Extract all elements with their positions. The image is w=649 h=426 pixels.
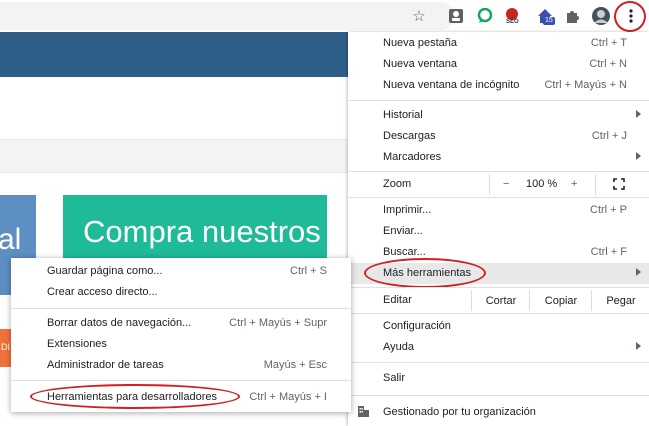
- copy-label: Copiar: [544, 294, 578, 307]
- menu-item-print[interactable]: Imprimir... Ctrl + P: [348, 200, 649, 221]
- menu-item-settings[interactable]: Configuración: [348, 316, 649, 337]
- menu-item-incognito[interactable]: Nueva ventana de incógnito Ctrl + Mayús …: [348, 75, 649, 96]
- chat-extension-icon[interactable]: [475, 6, 495, 26]
- address-bar[interactable]: [0, 2, 455, 30]
- avatar[interactable]: [591, 6, 611, 26]
- menu-item-label: Enviar...: [383, 225, 423, 237]
- menu-item-history[interactable]: Historial: [348, 105, 649, 126]
- cut-label: Cortar: [485, 294, 517, 307]
- submenu-item-clear-data[interactable]: Borrar datos de navegación... Ctrl + May…: [11, 314, 351, 334]
- page-header-band: [0, 32, 350, 77]
- zoom-out-button[interactable]: −: [503, 178, 509, 190]
- menu-item-label: Imprimir...: [383, 204, 432, 216]
- menu-item-managed[interactable]: Gestionado por tu organización: [348, 402, 649, 423]
- menu-item-label: Descargas: [383, 130, 436, 142]
- menu-item-label: Gestionado por tu organización: [383, 406, 536, 418]
- menu-item-label: Buscar...: [383, 246, 426, 258]
- menu-divider: [348, 287, 649, 288]
- menu-item-label: Configuración: [383, 320, 451, 332]
- zoom-divider: [489, 174, 490, 195]
- menu-divider: [348, 362, 649, 363]
- extension-badge-count: 15: [543, 17, 555, 25]
- menu-item-new-tab[interactable]: Nueva pestaña Ctrl + T: [348, 33, 649, 54]
- blue-card-text: al: [0, 223, 22, 256]
- highlight-circle: [614, 1, 646, 32]
- submenu-divider: [11, 308, 351, 309]
- green-card-text: Compra nuestros: [83, 214, 321, 249]
- submenu-item-label: Administrador de tareas: [47, 359, 164, 371]
- submenu-item-label: Borrar datos de navegación...: [47, 317, 192, 329]
- submenu-item-extensions[interactable]: Extensiones: [11, 335, 351, 355]
- submenu-item-label: Extensiones: [47, 338, 107, 350]
- menu-item-label: Nueva pestaña: [383, 37, 457, 49]
- menu-item-downloads[interactable]: Descargas Ctrl + J: [348, 126, 649, 147]
- menu-item-label: Marcadores: [383, 151, 442, 163]
- submenu-item-save-page[interactable]: Guardar página como... Ctrl + S: [11, 262, 351, 282]
- menu-item-shortcut: Ctrl + Mayús + N: [544, 79, 627, 91]
- menu-item-zoom: Zoom − 100 % +: [348, 174, 649, 195]
- submenu-item-shortcut: Mayús + Esc: [263, 359, 327, 371]
- profile-card-extension-icon[interactable]: [446, 6, 466, 26]
- menu-item-label: Nueva ventana: [383, 58, 457, 70]
- menu-divider: [348, 100, 649, 101]
- menu-item-shortcut: Ctrl + T: [590, 37, 627, 49]
- menu-item-shortcut: Ctrl + J: [591, 130, 627, 142]
- menu-item-label: Editar: [383, 294, 412, 306]
- menu-item-send[interactable]: Enviar...: [348, 221, 649, 242]
- submenu-item-label: Crear acceso directo...: [47, 286, 158, 298]
- menu-item-label: Nueva ventana de incógnito: [383, 79, 520, 91]
- fullscreen-icon[interactable]: [613, 178, 625, 193]
- copy-button[interactable]: Copiar: [529, 290, 592, 311]
- chevron-right-icon: [636, 342, 641, 350]
- menu-item-label: Zoom: [383, 178, 412, 190]
- home-badge-extension-icon[interactable]: 15: [535, 6, 555, 26]
- menu-item-label: Historial: [383, 109, 423, 121]
- menu-item-new-window[interactable]: Nueva ventana Ctrl + N: [348, 54, 649, 75]
- menu-item-label: Ayuda: [383, 341, 414, 353]
- puzzle-extension-icon[interactable]: [562, 6, 582, 26]
- submenu-item-shortcut: Ctrl + Mayús + I: [249, 391, 327, 403]
- orange-button-text: DI: [1, 342, 10, 352]
- submenu-divider: [11, 380, 351, 381]
- menu-divider: [348, 171, 649, 172]
- submenu-item-shortcut: Ctrl + Mayús + Supr: [229, 317, 327, 329]
- submenu-item-shortcut: Ctrl + S: [290, 265, 327, 277]
- menu-item-edit: Editar Cortar Copiar Pegar: [348, 290, 649, 311]
- zoom-in-button[interactable]: +: [571, 178, 577, 190]
- menu-item-shortcut: Ctrl + P: [590, 204, 627, 216]
- paste-button[interactable]: Pegar: [591, 290, 649, 311]
- browser-toolbar: ☆ SEO 15: [0, 0, 649, 32]
- zoom-divider: [595, 174, 596, 195]
- zoom-level: 100 %: [526, 178, 558, 190]
- highlight-ellipse: [364, 258, 486, 288]
- cut-button[interactable]: Cortar: [471, 290, 530, 311]
- chevron-right-icon: [636, 268, 641, 276]
- menu-item-help[interactable]: Ayuda: [348, 337, 649, 358]
- chevron-right-icon: [636, 110, 641, 118]
- highlight-ellipse: [30, 384, 240, 409]
- menu-item-bookmarks[interactable]: Marcadores: [348, 147, 649, 168]
- chrome-main-menu: Nueva pestaña Ctrl + T Nueva ventana Ctr…: [348, 32, 649, 426]
- menu-divider: [348, 313, 649, 314]
- star-icon[interactable]: ☆: [409, 6, 429, 26]
- menu-item-exit[interactable]: Salir: [348, 368, 649, 389]
- seo-label: SEO: [506, 19, 519, 25]
- menu-divider: [348, 197, 649, 198]
- menu-item-shortcut: Ctrl + N: [589, 58, 627, 70]
- submenu-item-label: Guardar página como...: [47, 265, 163, 277]
- organization-building-icon: [357, 405, 370, 421]
- submenu-item-create-shortcut[interactable]: Crear acceso directo...: [11, 283, 351, 303]
- menu-item-label: Salir: [383, 372, 406, 384]
- more-tools-submenu: Guardar página como... Ctrl + S Crear ac…: [11, 258, 351, 412]
- paste-label: Pegar: [606, 294, 636, 307]
- menu-item-shortcut: Ctrl + F: [590, 246, 627, 258]
- menu-divider: [348, 395, 649, 396]
- submenu-item-task-manager[interactable]: Administrador de tareas Mayús + Esc: [11, 356, 351, 376]
- page-gray-band: [0, 139, 350, 173]
- chevron-right-icon: [636, 152, 641, 160]
- seo-extension-icon[interactable]: SEO: [503, 6, 523, 26]
